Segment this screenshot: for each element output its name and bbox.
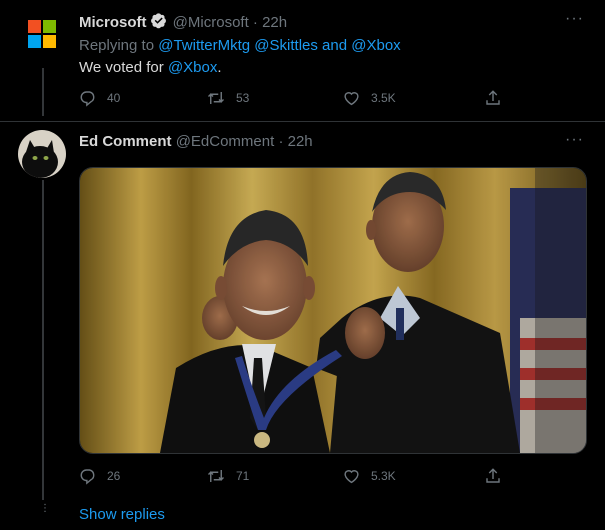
like-button[interactable]: 3.5K bbox=[342, 89, 396, 107]
timestamp[interactable]: 22h bbox=[262, 14, 287, 31]
tweet-header: Ed Comment @EdComment · 22h bbox=[79, 133, 313, 150]
retweet-button[interactable]: 53 bbox=[206, 89, 249, 107]
show-replies-link[interactable]: Show replies bbox=[79, 506, 165, 523]
replying-and: and bbox=[322, 37, 348, 54]
heart-icon bbox=[344, 470, 359, 484]
share-button[interactable] bbox=[484, 89, 502, 107]
replying-to: Replying to @TwitterMktg @Skittles and @… bbox=[79, 37, 401, 54]
edcomment-avatar[interactable] bbox=[18, 130, 66, 178]
like-count: 3.5K bbox=[371, 91, 396, 105]
retweet-count: 71 bbox=[236, 469, 250, 483]
thread-dots-icon: ⋮ bbox=[40, 503, 50, 514]
thread-line bbox=[42, 68, 44, 116]
tweet-image[interactable] bbox=[79, 167, 587, 454]
share-button[interactable] bbox=[484, 467, 502, 485]
more-options-icon[interactable]: ··· bbox=[565, 131, 584, 149]
retweet-button[interactable]: 71 bbox=[206, 467, 249, 485]
retweet-icon bbox=[207, 470, 225, 482]
retweet-count: 53 bbox=[236, 91, 250, 105]
mention-link[interactable]: @TwitterMktg bbox=[158, 37, 250, 54]
tweet-header: Microsoft @Microsoft · 22h bbox=[79, 12, 287, 33]
share-icon bbox=[486, 90, 500, 105]
mention-link[interactable]: @Xbox bbox=[351, 37, 400, 54]
medal-ceremony-photo bbox=[80, 168, 586, 453]
reply-count: 40 bbox=[107, 91, 121, 105]
reply-icon bbox=[80, 91, 95, 107]
microsoft-logo-icon bbox=[28, 20, 56, 48]
more-options-icon[interactable]: ··· bbox=[565, 10, 584, 28]
tweet-text: We voted for @Xbox. bbox=[79, 59, 222, 76]
reply-button[interactable]: 40 bbox=[79, 89, 120, 107]
reply-button[interactable]: 26 bbox=[79, 467, 120, 485]
heart-icon bbox=[344, 92, 359, 106]
mention-link[interactable]: @Xbox bbox=[168, 59, 217, 76]
handle[interactable]: @EdComment bbox=[176, 133, 275, 150]
retweet-icon bbox=[207, 92, 225, 104]
microsoft-avatar[interactable] bbox=[18, 10, 66, 58]
divider bbox=[0, 121, 605, 122]
mention-link[interactable]: @Skittles bbox=[254, 37, 318, 54]
verified-badge-icon bbox=[150, 12, 167, 33]
separator-dot: · bbox=[252, 14, 258, 31]
display-name[interactable]: Microsoft bbox=[79, 14, 147, 31]
reply-count: 26 bbox=[107, 469, 121, 483]
replying-to-label: Replying to bbox=[79, 37, 155, 54]
share-icon bbox=[486, 468, 500, 483]
thread-line bbox=[42, 180, 44, 500]
reply-icon bbox=[80, 469, 95, 485]
tweet-text-prefix: We voted for bbox=[79, 59, 164, 76]
tweet-text-suffix: . bbox=[217, 59, 222, 76]
timestamp[interactable]: 22h bbox=[288, 133, 313, 150]
separator-dot: · bbox=[278, 133, 284, 150]
display-name[interactable]: Ed Comment bbox=[79, 133, 172, 150]
like-button[interactable]: 5.3K bbox=[342, 467, 396, 485]
handle[interactable]: @Microsoft bbox=[173, 14, 249, 31]
like-count: 5.3K bbox=[371, 469, 396, 483]
black-cat-avatar-image bbox=[18, 130, 66, 178]
